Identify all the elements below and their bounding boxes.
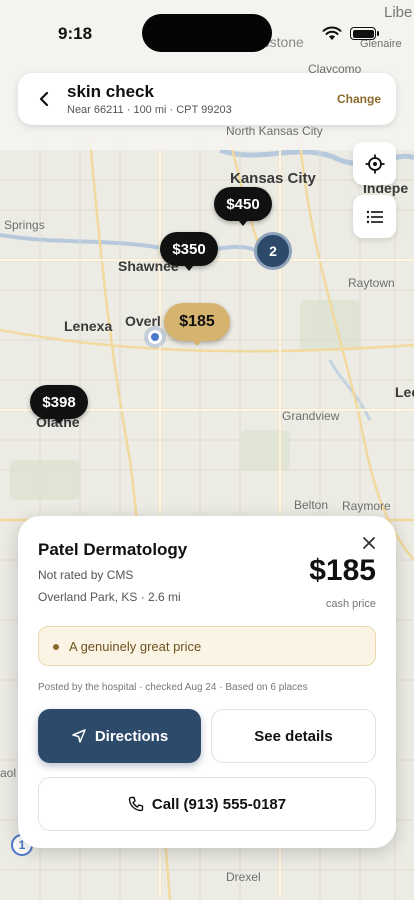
call-button[interactable]: Call (913) 555-0187 <box>38 777 376 831</box>
status-time: 9:18 <box>58 24 93 43</box>
see-details-label: See details <box>254 727 333 745</box>
provider-price: $185 <box>309 554 376 587</box>
map-label-raytown: Raytown <box>348 276 395 290</box>
locate-me-button[interactable] <box>353 142 396 185</box>
close-icon[interactable] <box>360 534 378 552</box>
map-label-north-kansas-city: North Kansas City <box>226 124 323 138</box>
map-label-lenexa: Lenexa <box>64 318 113 334</box>
crosshair-icon <box>365 154 384 173</box>
back-button[interactable] <box>32 87 56 111</box>
list-view-button[interactable] <box>353 195 396 238</box>
callout-dot-icon <box>53 644 59 650</box>
directions-button[interactable]: Directions <box>38 709 201 763</box>
posted-note: Posted by the hospital · checked Aug 24 … <box>38 682 308 693</box>
map-label-drexel: Drexel <box>226 870 261 884</box>
search-title: skin check <box>67 82 154 101</box>
search-subtitle: Near 66211 · 100 mi · CPT 99203 <box>67 104 232 116</box>
battery-icon <box>350 27 379 40</box>
provider-rating: Not rated by CMS <box>38 568 134 582</box>
provider-detail-sheet: Patel Dermatology Not rated by CMS Overl… <box>18 516 396 848</box>
callout-text: A genuinely great price <box>69 639 202 654</box>
price-pin-selected[interactable]: $185 <box>164 303 230 346</box>
list-icon <box>366 210 383 223</box>
map-label-raymore: Raymore <box>342 499 391 513</box>
provider-location: Overland Park, KS · 2.6 mi <box>38 590 181 604</box>
price-callout: A genuinely great price <box>38 626 376 666</box>
see-details-button[interactable]: See details <box>211 709 376 763</box>
map-label-grandview: Grandview <box>282 409 340 423</box>
provider-name: Patel Dermatology <box>38 540 188 559</box>
price-pin[interactable]: $398 <box>30 385 88 424</box>
phone-icon <box>128 796 144 812</box>
price-pin[interactable]: $350 <box>160 232 218 271</box>
map-label-overland: Overl <box>125 313 161 329</box>
current-location-dot <box>148 330 162 344</box>
status-bar: 9:18 <box>0 0 414 60</box>
search-summary-card[interactable]: skin check Near 66211 · 100 mi · CPT 992… <box>18 73 396 125</box>
navigation-arrow-icon <box>72 729 86 743</box>
dynamic-island <box>142 14 272 52</box>
map-label-kansas-city: Kansas City <box>230 170 316 187</box>
price-note: cash price <box>325 598 376 610</box>
price-pin[interactable]: $450 <box>214 187 272 226</box>
map-label-lees: Lee <box>395 384 414 400</box>
wifi-icon <box>322 26 342 40</box>
cluster-marker[interactable]: 2 <box>254 232 292 270</box>
map-label-springs: Springs <box>4 218 45 232</box>
change-search-button[interactable]: Change <box>337 92 381 106</box>
map-label-belton: Belton <box>294 498 329 512</box>
call-label: Call (913) 555-0187 <box>151 795 287 813</box>
directions-label: Directions <box>94 727 169 745</box>
map-label-paola: aol <box>0 766 17 780</box>
chevron-left-icon <box>39 91 49 107</box>
